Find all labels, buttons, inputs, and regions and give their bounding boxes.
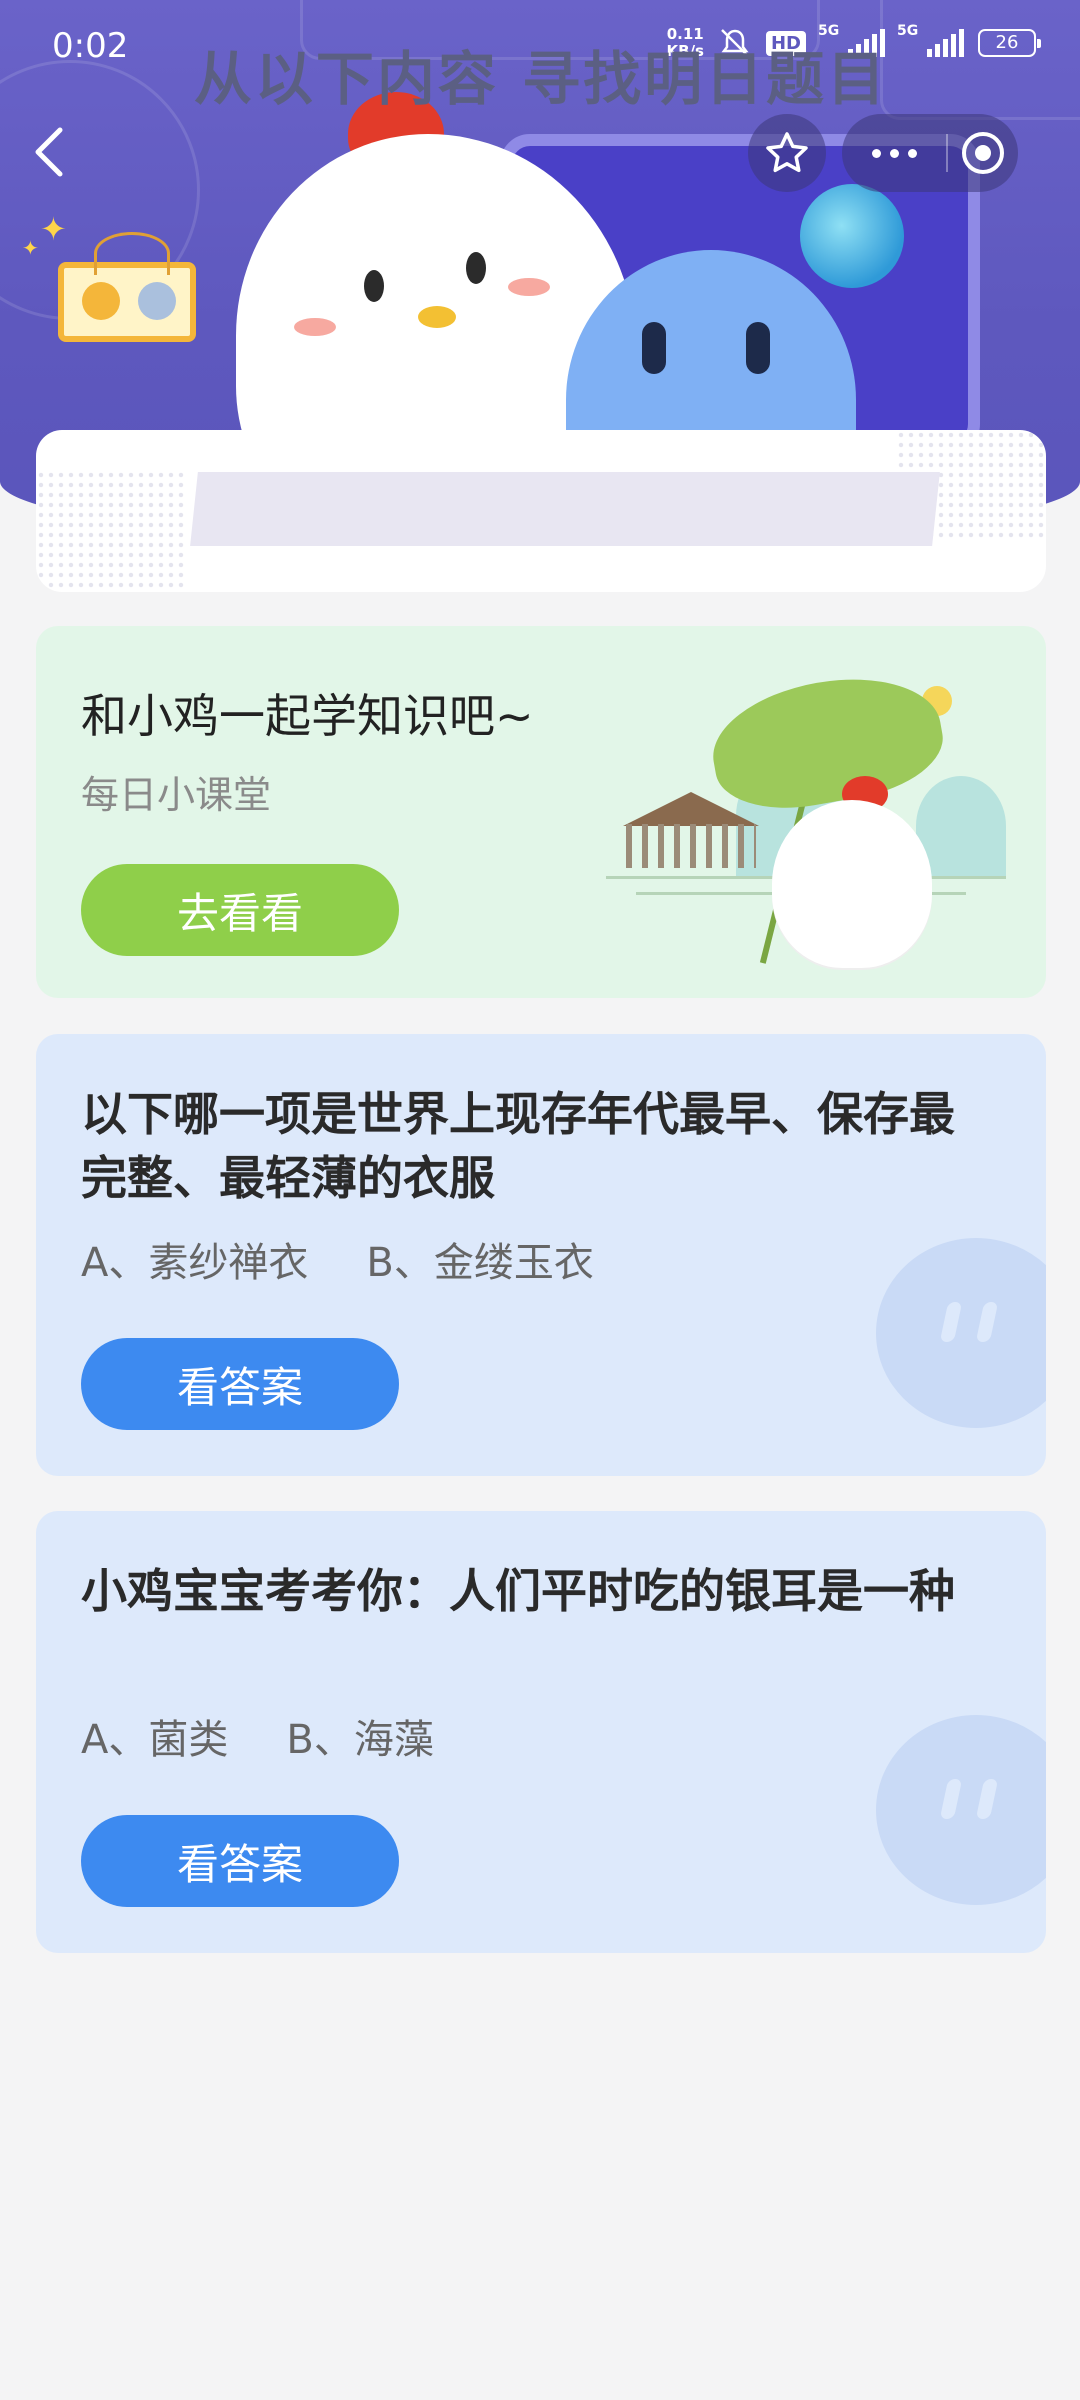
app-root: ✦ ✦ 0:02 0.11 KB/s HD 5G 5G 26 从以下内容 寻找明… [0, 0, 1080, 2400]
question-card: 以下哪一项是世界上现存年代最早、保存最完整、最轻薄的衣服 A、素纱禅衣 B、金缕… [36, 1034, 1046, 1476]
chick-eye [466, 252, 486, 284]
silver-medal-icon [138, 282, 176, 320]
back-button[interactable] [28, 124, 74, 180]
chick-cheek [508, 278, 550, 296]
globe-icon [800, 184, 904, 288]
mini-program-capsule [842, 114, 1018, 192]
go-see-button[interactable]: 去看看 [81, 864, 399, 956]
option-a: A、素纱禅衣 [81, 1240, 309, 1286]
chat-bubble-icon [876, 1238, 1046, 1428]
option-b: B、金缕玉衣 [366, 1240, 594, 1286]
option-b: B、海藻 [286, 1717, 434, 1763]
question-options: A、菌类 B、海藻 [81, 1707, 434, 1765]
banner-title-bg [190, 472, 940, 546]
chick-mascot-small [772, 800, 932, 968]
alien-eye [642, 322, 666, 374]
banner-card [36, 430, 1046, 592]
lesson-card: 和小鸡一起学知识吧~ 每日小课堂 去看看 [36, 626, 1046, 998]
sparkle-icon: ✦ [22, 236, 39, 260]
star-outline-icon [766, 132, 808, 173]
favorite-button[interactable] [748, 114, 826, 192]
chick-eye [364, 270, 384, 302]
close-program-button[interactable] [948, 130, 1018, 176]
more-dots-icon[interactable] [842, 148, 946, 158]
banner-title: 从以下内容 寻找明日题目 [193, 45, 889, 113]
view-answer-button[interactable]: 看答案 [81, 1815, 399, 1907]
target-circle-icon [962, 132, 1004, 174]
pavilion-columns [626, 824, 756, 868]
network-speed-value: 0.11 [666, 25, 704, 43]
question-title: 以下哪一项是世界上现存年代最早、保存最完整、最轻薄的衣服 [81, 1087, 955, 1205]
chat-bubble-icon [876, 1715, 1046, 1905]
lesson-title: 和小鸡一起学知识吧~ [81, 689, 534, 743]
view-answer-button[interactable]: 看答案 [81, 1338, 399, 1430]
chevron-left-icon [35, 127, 63, 177]
gold-medal-icon [82, 282, 120, 320]
alien-eye [746, 322, 770, 374]
medal-frame [58, 232, 196, 342]
option-a: A、菌类 [81, 1717, 229, 1763]
chick-beak [418, 306, 456, 328]
sparkle-icon: ✦ [40, 210, 67, 248]
question-title: 小鸡宝宝考考你：人们平时吃的银耳是一种 [81, 1564, 955, 1618]
dot-pattern [36, 470, 186, 590]
question-options: A、素纱禅衣 B、金缕玉衣 [81, 1230, 594, 1288]
question-card: 小鸡宝宝考考你：人们平时吃的银耳是一种 A、菌类 B、海藻 看答案 [36, 1511, 1046, 1953]
mountain-illustration [916, 776, 1006, 876]
chick-cheek [294, 318, 336, 336]
lotus-leaf-umbrella [703, 662, 951, 822]
signal-label: 5G [897, 23, 919, 39]
signal-label: 5G [818, 23, 840, 39]
lesson-subtitle: 每日小课堂 [81, 773, 272, 817]
